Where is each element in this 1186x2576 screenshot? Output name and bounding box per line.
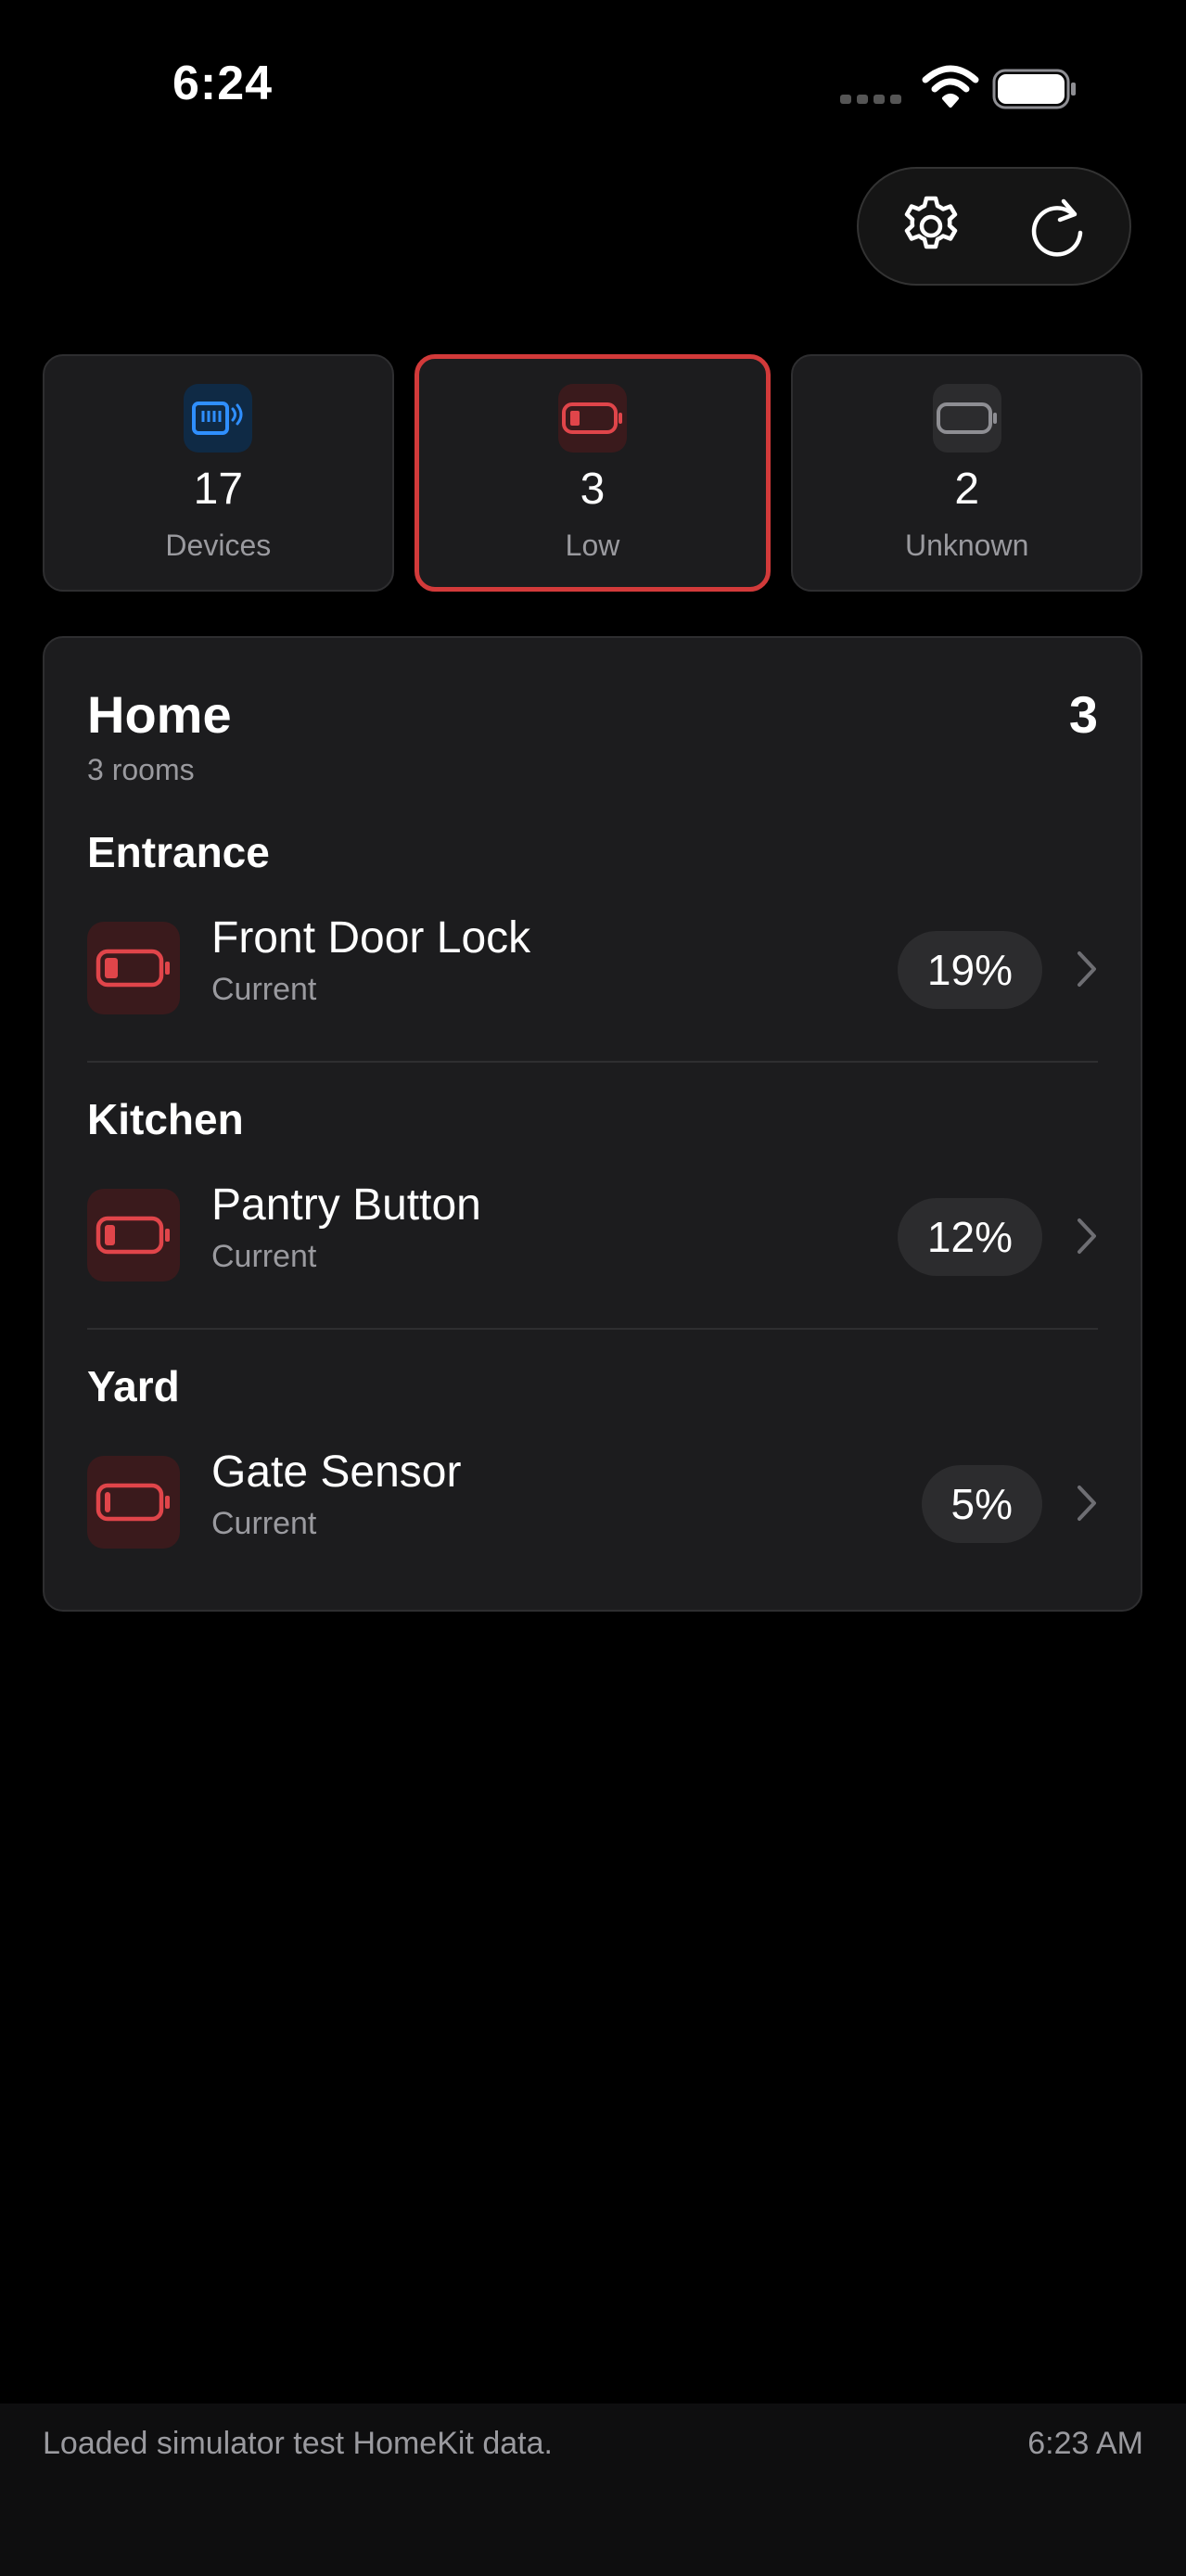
low-count: 3 (580, 465, 606, 514)
room-name: Yard (87, 1362, 180, 1410)
devices-summary-card[interactable]: 17 Devices (43, 354, 394, 592)
device-icon (87, 1189, 180, 1282)
room-name: Entrance (87, 828, 270, 876)
battery-low-icon (96, 1216, 170, 1255)
battery-low-icon (96, 1483, 170, 1522)
low-label: Low (565, 529, 620, 562)
battery-low-icon (96, 949, 170, 988)
divider (87, 1328, 1098, 1330)
status-indicators (840, 63, 1078, 111)
battery-low-icon (562, 402, 622, 434)
device-name: Gate Sensor (211, 1447, 462, 1497)
battery-percent-badge: 19% (897, 931, 1042, 1009)
footer-status-bar: Loaded simulator test HomeKit data. 6:23… (0, 2404, 1186, 2576)
settings-button[interactable] (896, 191, 966, 261)
device-status: Current (211, 1239, 317, 1274)
devices-icon-wrap (184, 384, 253, 453)
room-name: Kitchen (87, 1095, 244, 1143)
refresh-icon (1031, 198, 1083, 257)
wifi-icon (922, 65, 979, 108)
chevron-right-icon (1078, 951, 1096, 987)
cellular-signal-icon (840, 95, 901, 104)
home-subtitle: 3 rooms (87, 753, 195, 786)
status-battery-icon (992, 69, 1076, 109)
device-icon (87, 922, 180, 1014)
device-status: Current (211, 972, 317, 1007)
battery-percent-badge: 5% (921, 1465, 1042, 1543)
gear-icon (904, 196, 958, 249)
unknown-summary-card[interactable]: 2 Unknown (791, 354, 1143, 592)
unknown-label: Unknown (904, 529, 1029, 562)
device-name: Front Door Lock (211, 913, 531, 963)
chevron-right-icon (1078, 1486, 1096, 1521)
last-updated-time: 6:23 AM (1027, 2426, 1143, 2461)
refresh-button[interactable] (1022, 191, 1092, 261)
low-icon-wrap (558, 384, 627, 453)
device-icon (87, 1456, 180, 1549)
status-message: Loaded simulator test HomeKit data. (43, 2426, 553, 2461)
battery-percent-badge: 12% (897, 1198, 1042, 1276)
top-toolbar (857, 167, 1131, 286)
device-row[interactable]: Pantry Button Current 12% (45, 1180, 1141, 1291)
unknown-count: 2 (954, 465, 980, 514)
hub-icon (192, 402, 243, 435)
low-battery-summary-card[interactable]: 3 Low (414, 354, 772, 592)
home-card: Home 3 3 rooms Entrance Front Door Lock … (43, 636, 1142, 1612)
divider (87, 1061, 1098, 1063)
home-low-count: 3 (1068, 685, 1098, 744)
devices-count: 17 (193, 465, 244, 514)
devices-label: Devices (165, 529, 272, 562)
device-row[interactable]: Front Door Lock Current 19% (45, 912, 1141, 1024)
screen: 6:24 17 Devices 3 Low 2 Unknown Home 3 3… (0, 0, 1186, 2576)
unknown-icon-wrap (932, 384, 1001, 453)
device-status: Current (211, 1506, 317, 1541)
home-title: Home (87, 685, 232, 744)
battery-empty-icon (936, 402, 997, 434)
status-time: 6:24 (172, 57, 274, 110)
device-row[interactable]: Gate Sensor Current 5% (45, 1447, 1141, 1558)
chevron-right-icon (1078, 1218, 1096, 1254)
device-name: Pantry Button (211, 1180, 481, 1230)
summary-cards: 17 Devices 3 Low 2 Unknown (43, 354, 1143, 592)
